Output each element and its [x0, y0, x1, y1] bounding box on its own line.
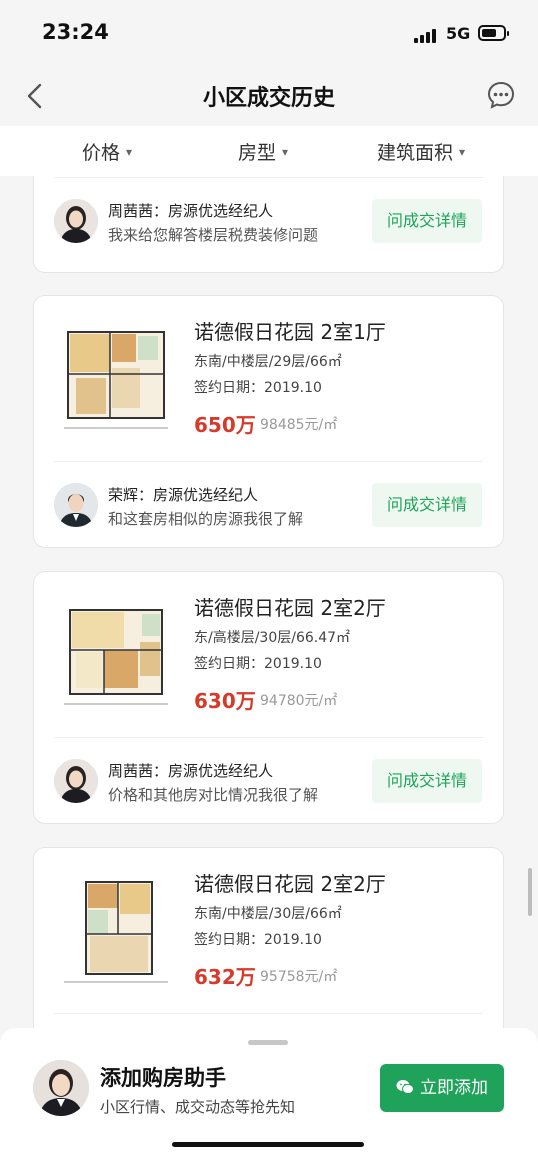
listing-price: 650万 — [194, 413, 256, 437]
signal-icon — [414, 27, 438, 43]
listing-date: 签约日期：2019.10 — [194, 380, 322, 396]
listing-unit-price: 95758元/㎡ — [260, 969, 338, 985]
agent-desc: 和这套房相似的房源我很了解 — [108, 510, 304, 528]
assistant-title: 添加购房助手 — [100, 1066, 226, 1090]
transaction-card[interactable]: 诺德假日花园 2室2厅 东南/中楼层/30层/66㎡ 签约日期：2019.10 … — [33, 847, 504, 1028]
agent-name: 周茜茜：房源优选经纪人 — [108, 202, 274, 220]
listing-meta: 东南/中楼层/30层/66㎡ — [194, 906, 342, 922]
listing-title: 诺德假日花园 2室2厅 — [194, 872, 386, 896]
avatar — [54, 199, 98, 243]
agent-row: 周茜茜：房源优选经纪人 价格和其他房对比情况我很了解 问成交详情 — [34, 738, 505, 824]
transaction-card[interactable]: 周茜茜：房源优选经纪人 我来给您解答楼层税费装修问题 问成交详情 — [33, 176, 504, 273]
filter-price-label: 价格 — [82, 142, 121, 164]
drag-handle[interactable] — [248, 1040, 288, 1045]
avatar — [54, 483, 98, 527]
avatar — [33, 1060, 89, 1116]
home-indicator[interactable] — [172, 1142, 364, 1147]
chat-icon[interactable] — [486, 80, 516, 110]
page-title: 小区成交历史 — [202, 86, 335, 111]
floorplan-image — [56, 870, 176, 992]
agent-name: 荣辉：房源优选经纪人 — [108, 486, 259, 504]
ask-deal-details-button[interactable]: 问成交详情 — [372, 483, 482, 527]
ask-deal-details-button[interactable]: 问成交详情 — [372, 759, 482, 803]
listing[interactable]: 诺德假日花园 2室1厅 东南/中楼层/29层/66㎡ 签约日期：2019.10 … — [34, 296, 503, 460]
assistant-banner: 添加购房助手 小区行情、成交动态等抢先知 立即添加 — [0, 1028, 538, 1163]
agent-row: 荣辉：房源优选经纪人 和这套房相似的房源我很了解 问成交详情 — [34, 462, 505, 548]
agent-desc: 我来给您解答楼层税费装修问题 — [108, 226, 319, 244]
listing-meta: 东/高楼层/30层/66.47㎡ — [194, 630, 351, 646]
listing-unit-price: 94780元/㎡ — [260, 693, 338, 709]
status-bar: 23:24 5G — [0, 0, 538, 66]
avatar — [54, 759, 98, 803]
add-now-label: 立即添加 — [420, 1078, 488, 1098]
listing[interactable]: 诺德假日花园 2室2厅 东南/中楼层/30层/66㎡ 签约日期：2019.10 … — [34, 848, 503, 1012]
listing-title: 诺德假日花园 2室2厅 — [194, 596, 386, 620]
filter-price[interactable]: 价格 ▾ — [82, 138, 132, 165]
network-label: 5G — [446, 24, 471, 43]
listing-meta: 东南/中楼层/29层/66㎡ — [194, 354, 342, 370]
listing-price: 632万 — [194, 965, 256, 989]
transaction-card[interactable]: 诺德假日花园 2室1厅 东南/中楼层/29层/66㎡ 签约日期：2019.10 … — [33, 295, 504, 548]
filter-area[interactable]: 建筑面积 ▾ — [377, 138, 465, 165]
filter-room-type[interactable]: 房型 ▾ — [238, 138, 288, 165]
ask-deal-details-button[interactable]: 问成交详情 — [372, 199, 482, 243]
scrollbar[interactable] — [528, 868, 532, 916]
transaction-list[interactable]: 周茜茜：房源优选经纪人 我来给您解答楼层税费装修问题 问成交详情 诺德假日花园 … — [0, 176, 538, 1028]
listing-title: 诺德假日花园 2室1厅 — [194, 320, 386, 344]
chevron-down-icon: ▾ — [282, 145, 289, 159]
nav-bar: 小区成交历史 — [0, 66, 538, 126]
listing-unit-price: 98485元/㎡ — [260, 417, 338, 433]
floorplan-image — [56, 318, 176, 440]
assistant-desc: 小区行情、成交动态等抢先知 — [100, 1098, 296, 1116]
chevron-down-icon: ▾ — [459, 145, 466, 159]
listing-date: 签约日期：2019.10 — [194, 932, 322, 948]
filter-room-type-label: 房型 — [238, 142, 277, 164]
listing-price: 630万 — [194, 689, 256, 713]
divider — [54, 1013, 483, 1014]
listing-date: 签约日期：2019.10 — [194, 656, 322, 672]
agent-row: 周茜茜：房源优选经纪人 我来给您解答楼层税费装修问题 问成交详情 — [34, 178, 505, 264]
add-now-button[interactable]: 立即添加 — [380, 1064, 504, 1112]
agent-desc: 价格和其他房对比情况我很了解 — [108, 786, 319, 804]
listing[interactable]: 诺德假日花园 2室2厅 东/高楼层/30层/66.47㎡ 签约日期：2019.1… — [34, 572, 503, 736]
wechat-icon — [396, 1080, 414, 1095]
agent-name: 周茜茜：房源优选经纪人 — [108, 762, 274, 780]
floorplan-image — [56, 594, 176, 716]
chevron-down-icon: ▾ — [126, 145, 133, 159]
transaction-card[interactable]: 诺德假日花园 2室2厅 东/高楼层/30层/66.47㎡ 签约日期：2019.1… — [33, 571, 504, 824]
filter-bar: 价格 ▾ 房型 ▾ 建筑面积 ▾ — [0, 126, 538, 176]
status-time: 23:24 — [42, 20, 109, 44]
battery-icon — [478, 25, 509, 41]
filter-area-label: 建筑面积 — [377, 142, 454, 164]
